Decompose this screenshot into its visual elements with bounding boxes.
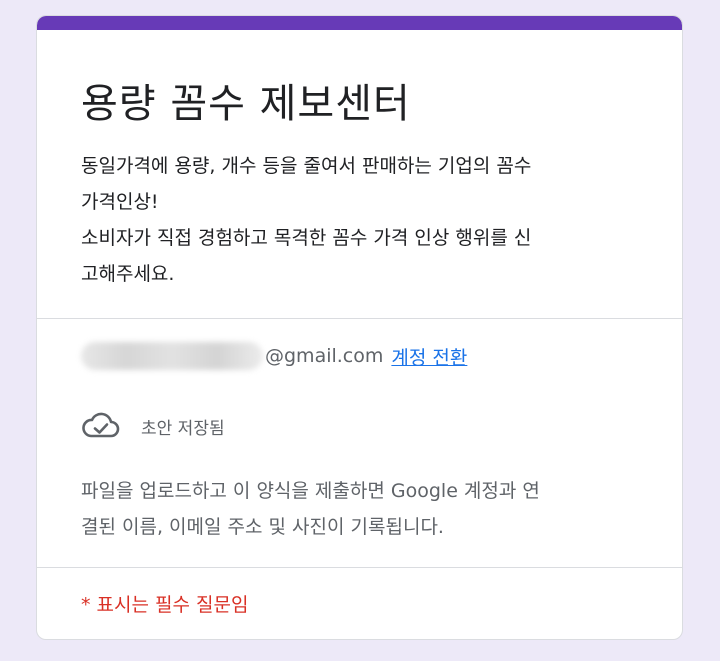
form-header: 용량 꼼수 제보센터 동일가격에 용량, 개수 등을 줄여서 판매하는 기업의 …	[37, 30, 682, 319]
card-accent-bar	[37, 16, 682, 30]
form-description: 동일가격에 용량, 개수 등을 줄여서 판매하는 기업의 꼼수 가격인상! 소비…	[81, 155, 532, 285]
cloud-check-icon	[82, 412, 120, 438]
blurred-email-username	[81, 342, 263, 370]
email-domain: @gmail.com	[265, 345, 384, 367]
switch-account-link[interactable]: 계정 전환	[391, 343, 467, 370]
form-title: 용량 꼼수 제보센터	[81, 81, 411, 127]
required-note-text: * 표시는 필수 질문임	[81, 594, 249, 616]
upload-notice: 파일을 업로드하고 이 양식을 제출하면 Google 계정과 연 결된 이름,…	[81, 480, 540, 538]
form-header-card: 용량 꼼수 제보센터 동일가격에 용량, 개수 등을 줄여서 판매하는 기업의 …	[36, 15, 683, 640]
draft-status-row: 초안 저장됨	[81, 411, 638, 441]
account-row: @gmail.com 계정 전환	[81, 341, 638, 371]
account-section: @gmail.com 계정 전환 초안 저장됨 파일을 업로드하고 이 양식을 …	[37, 319, 682, 567]
required-indicator-note: * 표시는 필수 질문임	[37, 568, 682, 617]
draft-saved-text: 초안 저장됨	[141, 418, 225, 439]
